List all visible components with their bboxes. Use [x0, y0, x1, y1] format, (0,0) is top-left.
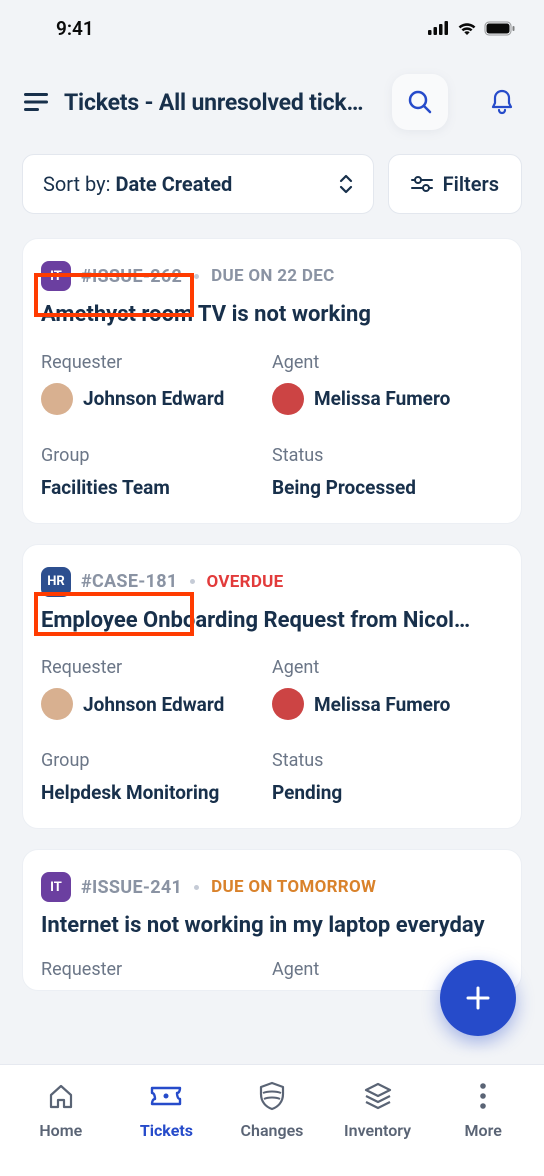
group-value: Helpdesk Monitoring	[41, 781, 272, 804]
ticket-details: Requester Johnson Edward Agent Melissa F…	[41, 352, 503, 499]
plus-icon	[464, 984, 492, 1012]
ticket-title: Amethyst room TV is not working	[41, 301, 503, 330]
wifi-icon	[456, 20, 478, 36]
filters-button[interactable]: Filters	[388, 154, 522, 214]
ticket-id: #ISSUE-262	[81, 266, 182, 287]
nav-label: Inventory	[344, 1121, 411, 1140]
status-label: Status	[272, 445, 503, 466]
status-label: Status	[272, 750, 503, 771]
bell-icon	[489, 88, 515, 116]
status-time: 9:41	[56, 17, 94, 40]
ticket-card[interactable]: IT #ISSUE-241 DUE ON TOMORROW Internet i…	[22, 849, 522, 991]
workspace-chip: IT	[41, 261, 71, 291]
group-label: Group	[41, 750, 272, 771]
nav-home[interactable]: Home	[8, 1079, 114, 1158]
cellular-icon	[428, 21, 450, 35]
ticket-title: Internet is not working in my laptop eve…	[41, 912, 503, 941]
agent-value: Melissa Fumero	[272, 383, 503, 415]
status-icons	[428, 20, 516, 36]
ticket-header: IT #ISSUE-241 DUE ON TOMORROW	[41, 872, 503, 902]
nav-changes[interactable]: Changes	[219, 1079, 325, 1158]
workspace-chip: IT	[41, 872, 71, 902]
separator-dot	[194, 885, 199, 890]
chevron-up-down-icon	[339, 173, 353, 195]
shield-icon	[255, 1079, 289, 1113]
avatar	[41, 383, 73, 415]
nav-label: More	[465, 1121, 502, 1140]
notifications-button[interactable]	[474, 74, 530, 130]
create-ticket-fab[interactable]	[440, 960, 516, 1036]
ticket-details: Requester Agent	[41, 959, 503, 990]
avatar	[41, 688, 73, 720]
stack-icon	[361, 1079, 395, 1113]
header: Tickets - All unresolved tick…	[0, 56, 544, 154]
ticket-details: Requester Johnson Edward Agent Melissa F…	[41, 657, 503, 804]
bottom-nav: Home Tickets Changes Inventory More	[0, 1064, 544, 1176]
ticket-icon	[149, 1079, 183, 1113]
requester-label: Requester	[41, 352, 272, 373]
ticket-header: HR #CASE-181 OVERDUE	[41, 567, 503, 597]
nav-label: Tickets	[140, 1121, 193, 1140]
home-icon	[44, 1079, 78, 1113]
nav-more[interactable]: More	[430, 1079, 536, 1158]
requester-label: Requester	[41, 657, 272, 678]
filter-icon	[411, 175, 433, 193]
status-value: Being Processed	[272, 476, 503, 499]
agent-label: Agent	[272, 657, 503, 678]
nav-tickets[interactable]: Tickets	[114, 1079, 220, 1158]
battery-icon	[484, 21, 516, 36]
avatar	[272, 383, 304, 415]
avatar	[272, 688, 304, 720]
ticket-id: #ISSUE-241	[81, 877, 182, 898]
separator-dot	[194, 274, 199, 279]
requester-label: Requester	[41, 959, 272, 980]
ticket-card[interactable]: IT #ISSUE-262 DUE ON 22 DEC Amethyst roo…	[22, 238, 522, 524]
group-value: Facilities Team	[41, 476, 272, 499]
status-value: Pending	[272, 781, 503, 804]
workspace-chip: HR	[41, 567, 71, 597]
fade-overlay	[0, 1048, 544, 1064]
ticket-card[interactable]: HR #CASE-181 OVERDUE Employee Onboarding…	[22, 544, 522, 830]
ticket-header: IT #ISSUE-262 DUE ON 22 DEC	[41, 261, 503, 291]
ticket-id: #CASE-181	[81, 571, 178, 592]
nav-label: Changes	[241, 1121, 304, 1140]
nav-inventory[interactable]: Inventory	[325, 1079, 431, 1158]
page-title: Tickets - All unresolved tick…	[64, 89, 378, 116]
due-badge: OVERDUE	[207, 572, 284, 592]
controls-row: Sort by: Date Created Filters	[0, 154, 544, 238]
group-label: Group	[41, 445, 272, 466]
requester-value: Johnson Edward	[41, 383, 272, 415]
sort-button[interactable]: Sort by: Date Created	[22, 154, 374, 214]
menu-icon[interactable]	[22, 88, 50, 116]
search-button[interactable]	[392, 74, 448, 130]
nav-label: Home	[39, 1121, 82, 1140]
ticket-list: IT #ISSUE-262 DUE ON 22 DEC Amethyst roo…	[0, 238, 544, 991]
ticket-title: Employee Onboarding Request from Nicol…	[41, 607, 503, 636]
agent-value: Melissa Fumero	[272, 688, 503, 720]
requester-value: Johnson Edward	[41, 688, 272, 720]
due-badge: DUE ON 22 DEC	[211, 266, 334, 286]
status-bar: 9:41	[0, 0, 544, 56]
dots-icon	[466, 1079, 500, 1113]
agent-label: Agent	[272, 352, 503, 373]
sort-label: Sort by: Date Created	[43, 172, 232, 196]
search-icon	[407, 89, 433, 115]
separator-dot	[190, 579, 195, 584]
due-badge: DUE ON TOMORROW	[211, 877, 376, 897]
filters-label: Filters	[443, 172, 499, 196]
